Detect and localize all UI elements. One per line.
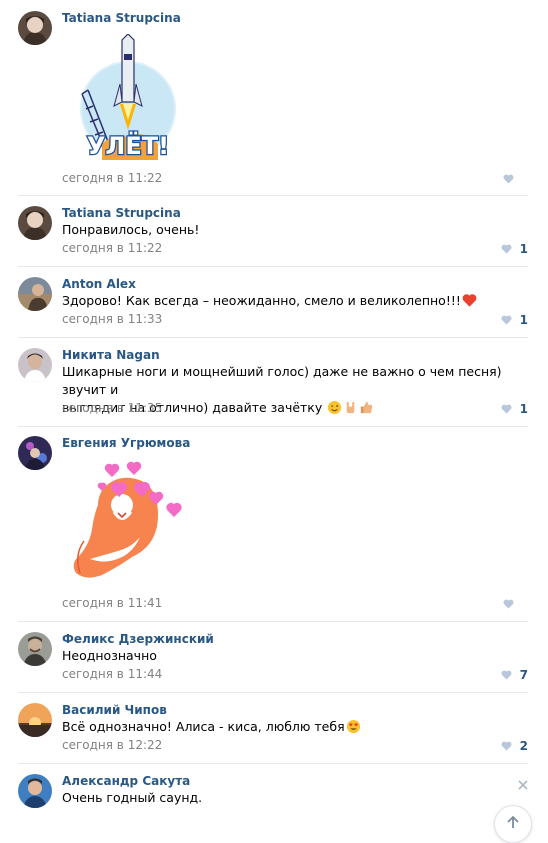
like-button[interactable]: 1 [501,402,528,416]
comment-item: Tatiana Strupcina Понравилось, очень! се… [0,196,548,267]
heart-eyes-emoji-icon [346,719,360,734]
like-count: 7 [519,668,528,682]
avatar[interactable] [18,774,52,808]
comment-time[interactable]: сегодня в 11:44 [62,667,162,681]
like-count: 1 [519,313,528,327]
heart-icon [501,244,512,254]
like-button[interactable] [503,172,528,186]
author-name[interactable]: Василий Чипов [62,703,167,717]
author-name[interactable]: Никита Nagan [62,348,160,362]
comment-text-line: Шикарные ноги и мощнейший голос) даже не… [62,364,502,397]
heart-icon [503,599,514,609]
comment-time[interactable]: сегодня в 11:35 [62,401,162,415]
comment-item: Евгения Угрюмова сегодня в 11:41 [0,427,548,622]
wink-emoji-icon [328,400,342,415]
comment-item: Никита Nagan Шикарные ноги и мощнейший г… [0,338,548,427]
author-name[interactable]: Феликс Дзержинский [62,632,214,646]
comment-text: Неоднозначно [62,648,157,663]
comments-feed: Tatiana Strupcina УЛЁТ! сегодня в 11:22 [0,0,548,827]
red-heart-icon [462,294,477,307]
comment-item: Феликс Дзержинский Неоднозначно сегодня … [0,622,548,693]
comment-text: Понравилось, очень! [62,222,200,237]
avatar[interactable] [18,436,52,470]
comment-time[interactable]: сегодня в 11:22 [62,171,162,185]
author-name[interactable]: Anton Alex [62,277,136,291]
close-icon [518,780,528,790]
author-name[interactable]: Евгения Угрюмова [62,436,190,450]
comment-time[interactable]: сегодня в 11:33 [62,312,162,326]
like-button[interactable]: 2 [501,739,528,753]
avatar[interactable] [18,632,52,666]
comment-item: Tatiana Strupcina УЛЁТ! сегодня в 11:22 [0,0,548,196]
rock-hand-icon [346,401,355,414]
comment-text: Очень годный саунд. [62,790,203,805]
comment-item: Anton Alex Здорово! Как всегда – неожида… [0,267,548,338]
comment-text: Здорово! Как всегда – неожиданно, смело … [62,292,524,310]
comment-item: Александр Сакута Очень годный саунд. [0,764,548,827]
like-count: 1 [519,242,528,256]
author-name[interactable]: Tatiana Strupcina [62,206,181,220]
heart-icon [503,174,514,184]
heart-icon [501,670,512,680]
author-name[interactable]: Tatiana Strupcina [62,11,181,25]
like-button[interactable]: 7 [501,668,528,682]
comment-time[interactable]: сегодня в 11:22 [62,241,162,255]
sticker-rocket: УЛЁТ! [62,33,178,161]
heart-icon [501,741,512,751]
avatar[interactable] [18,206,52,240]
avatar[interactable] [18,11,52,45]
delete-comment-button[interactable] [518,775,528,790]
like-button[interactable]: 1 [501,313,528,327]
heart-icon [501,404,512,414]
heart-icon [501,315,512,325]
like-button[interactable]: 1 [501,242,528,256]
sticker-text: УЛЁТ! [87,131,169,160]
avatar[interactable] [18,277,52,311]
comment-text: Всё однозначно! Алиса - киса, люблю тебя [62,718,524,736]
comment-item: Василий Чипов Всё однозначно! Алиса - ки… [0,693,548,764]
comment-time[interactable]: сегодня в 12:22 [62,738,162,752]
scroll-to-top-button[interactable] [494,805,532,843]
avatar[interactable] [18,703,52,737]
thumbs-up-icon [361,401,373,414]
comment-text-body: Здорово! Как всегда – неожиданно, смело … [62,293,461,308]
like-count: 2 [519,739,528,753]
author-name[interactable]: Александр Сакута [62,774,190,788]
avatar[interactable] [18,348,52,382]
like-count: 1 [519,402,528,416]
sticker-cat [62,455,192,587]
comment-time[interactable]: сегодня в 11:41 [62,596,162,610]
like-button[interactable] [503,597,528,611]
comment-text-body: Всё однозначно! Алиса - киса, люблю тебя [62,719,345,734]
